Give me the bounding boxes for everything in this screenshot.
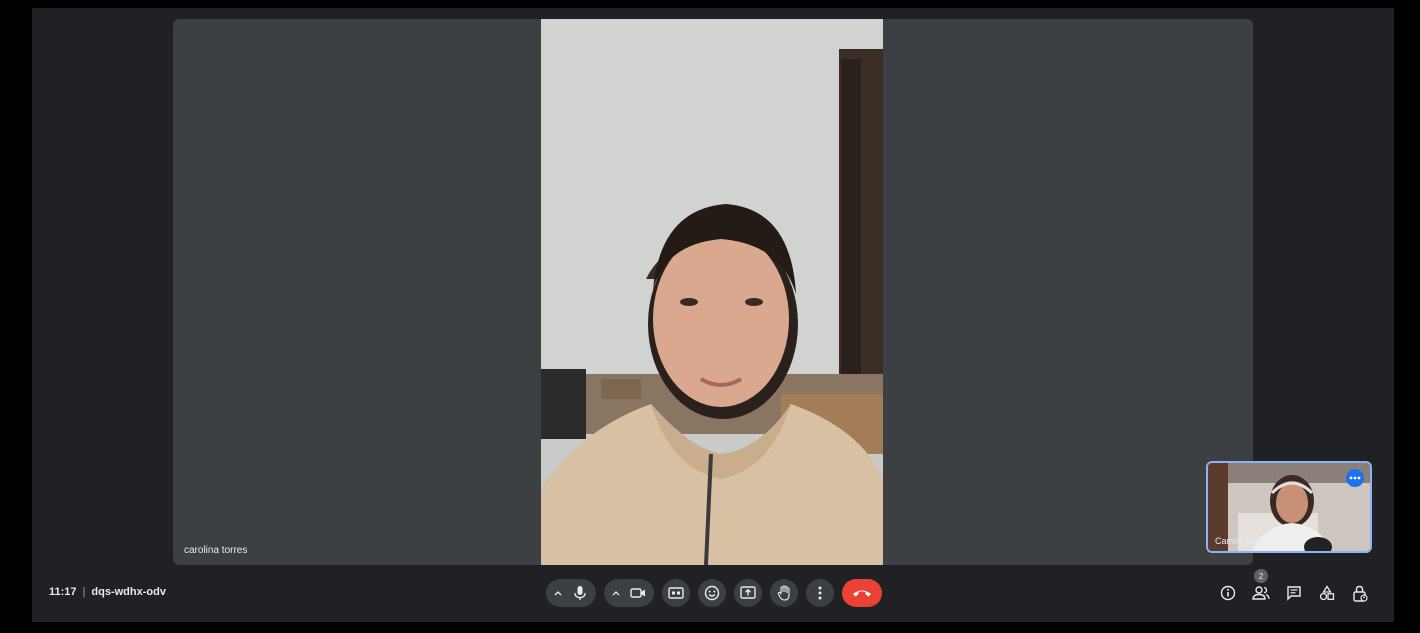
more-horiz-icon (1349, 476, 1361, 480)
reactions-button[interactable] (698, 579, 726, 607)
host-controls-button[interactable] (1350, 583, 1370, 603)
meeting-details-button[interactable] (1218, 583, 1238, 603)
video-camera-icon (630, 588, 645, 598)
end-call-button[interactable] (842, 579, 882, 607)
microphone-button[interactable] (568, 581, 592, 605)
chevron-up-icon (612, 590, 620, 595)
people-icon (1252, 586, 1270, 600)
microphone-icon (574, 586, 586, 600)
more-vert-icon (818, 586, 822, 600)
participant-name-label: carolina torres (184, 545, 248, 556)
raise-hand-button[interactable] (770, 579, 798, 607)
people-count-badge: 2 (1254, 569, 1268, 583)
meeting-info: 11:17 | dqs-wdhx-odv (49, 586, 166, 598)
info-icon (1220, 585, 1236, 601)
emoji-icon (704, 585, 720, 601)
self-name-label: Camila Arana (1215, 536, 1270, 546)
lock-person-icon (1353, 585, 1368, 602)
more-options-button[interactable] (806, 579, 834, 607)
activities-button[interactable] (1317, 583, 1337, 603)
controls-bar: 11:17 | dqs-wdhx-odv 2 (32, 569, 1394, 610)
hand-icon (777, 585, 790, 601)
activities-icon (1319, 585, 1335, 601)
self-view-tile[interactable]: Camila Arana (1206, 461, 1372, 553)
chat-button[interactable] (1284, 583, 1304, 603)
center-controls (546, 579, 882, 607)
main-participant-tile: carolina torres (173, 19, 1253, 565)
self-tile-more-button[interactable] (1346, 469, 1364, 487)
participant-video (541, 19, 883, 565)
right-controls: 2 (1218, 569, 1370, 603)
camera-button[interactable] (626, 581, 650, 605)
meet-window: carolina torres Camila Arana 11:17 | dqs… (32, 8, 1394, 622)
closed-captions-icon (668, 587, 684, 599)
chevron-up-icon (554, 590, 562, 595)
chat-icon (1287, 586, 1301, 601)
present-button[interactable] (734, 579, 762, 607)
captions-button[interactable] (662, 579, 690, 607)
phone-hangup-icon (853, 590, 871, 597)
meeting-code: dqs-wdhx-odv (91, 586, 166, 598)
present-screen-icon (740, 586, 756, 599)
video-control-group (604, 579, 654, 607)
video-options-button[interactable] (608, 581, 624, 605)
people-button[interactable]: 2 (1251, 569, 1271, 603)
audio-options-button[interactable] (550, 581, 566, 605)
meeting-info-separator: | (82, 586, 86, 598)
audio-control-group (546, 579, 596, 607)
meeting-time: 11:17 (49, 586, 77, 598)
